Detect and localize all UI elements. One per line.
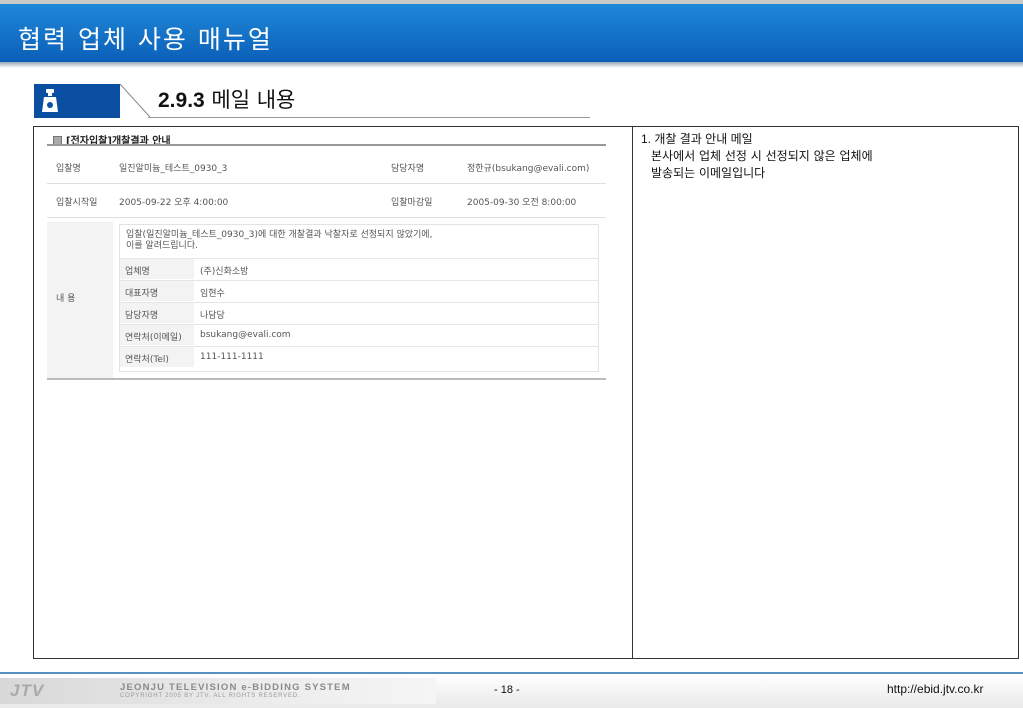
mail-row-bid: 입찰명 일진알미늄_테스트_0930_3 담당자명 정한규(bsukang@ev…	[47, 152, 606, 178]
mail-content-box: 입찰(일진알미늄_테스트_0930_3)에 대한 개찰결과 낙찰자로 선정되지 …	[119, 224, 599, 372]
system-name: JEONJU TELEVISION e-BIDDING SYSTEM	[120, 682, 351, 693]
mail-message: 입찰(일진알미늄_테스트_0930_3)에 대한 개찰결과 낙찰자로 선정되지 …	[126, 230, 586, 252]
detail-key: 연락처(Tel)	[120, 347, 194, 367]
description: 1. 개찰 결과 안내 메일 본사에서 업체 선정 시 선정되지 않은 업체에 …	[641, 131, 873, 182]
row-rule	[47, 183, 606, 184]
manager-value: 정한규(bsukang@evali.com)	[467, 164, 590, 174]
footer-url[interactable]: http://ebid.jtv.co.kr	[887, 682, 984, 696]
copyright: COPYRIGHT 2005 BY JTV. ALL RIGHTS RESERV…	[120, 693, 301, 699]
end-date-label: 입찰마감일	[391, 198, 433, 208]
bid-name-value: 일진알미늄_테스트_0930_3	[119, 164, 228, 174]
detail-row-company: 업체명 (주)신화소방	[120, 258, 598, 279]
header-shadow	[0, 62, 1023, 68]
description-line: 발송되는 이메일입니다	[651, 166, 766, 180]
mail-row-dates: 입찰시작일 2005-09-22 오후 4:00:00 입찰마감일 2005-0…	[47, 186, 606, 212]
row-rule	[47, 217, 606, 218]
mail-message-line: 입찰(일진알미늄_테스트_0930_3)에 대한 개찰결과 낙찰자로 선정되지 …	[126, 230, 433, 240]
weight-icon	[42, 89, 58, 112]
detail-key: 대표자명	[120, 281, 194, 301]
detail-key: 연락처(이메일)	[120, 325, 194, 345]
section-number: 2.9.3	[158, 89, 205, 112]
start-date-label: 입찰시작일	[56, 198, 98, 208]
mail-bottom-rule	[47, 378, 606, 380]
manager-label: 담당자명	[391, 164, 425, 174]
section-title: 2.9.3 메일 내용	[158, 84, 295, 114]
detail-value: (주)신화소방	[200, 267, 249, 277]
frame-divider	[632, 126, 633, 659]
description-heading: 1. 개찰 결과 안내 메일	[641, 132, 753, 146]
description-line: 본사에서 업체 선정 시 선정되지 않은 업체에	[651, 149, 873, 163]
start-date-value: 2005-09-22 오후 4:00:00	[119, 198, 229, 208]
detail-value: 111-111-1111	[200, 352, 264, 362]
detail-value: bsukang@evali.com	[200, 330, 291, 340]
detail-key: 업체명	[120, 259, 194, 279]
page-title: 협력 업체 사용 매뉴얼	[18, 25, 273, 54]
detail-row-email: 연락처(이메일) bsukang@evali.com	[120, 324, 598, 345]
jtv-logo: JTV	[10, 681, 45, 700]
detail-key: 담당자명	[120, 303, 194, 323]
detail-row-manager: 담당자명 나담당	[120, 302, 598, 323]
mail-heading-rule	[47, 144, 606, 146]
section-label: 메일 내용	[211, 88, 296, 112]
section-underline	[148, 117, 590, 118]
detail-row-ceo: 대표자명 임현수	[120, 280, 598, 301]
section-slope	[120, 84, 150, 118]
content-label: 내 용	[56, 294, 76, 304]
end-date-value: 2005-09-30 오전 8:00:00	[467, 198, 577, 208]
detail-value: 임현수	[200, 289, 225, 299]
page-number: - 18 -	[494, 684, 520, 696]
detail-value: 나담당	[200, 311, 225, 321]
mail-message-line: 이를 알려드립니다.	[126, 241, 198, 251]
bid-name-label: 입찰명	[56, 164, 81, 174]
detail-row-tel: 연락처(Tel) 111-111-1111	[120, 346, 598, 367]
footer-logo-band: JTV JEONJU TELEVISION e-BIDDING SYSTEM C…	[0, 678, 436, 704]
section-badge	[34, 84, 120, 118]
header-bar: 협력 업체 사용 매뉴얼	[0, 0, 1023, 62]
